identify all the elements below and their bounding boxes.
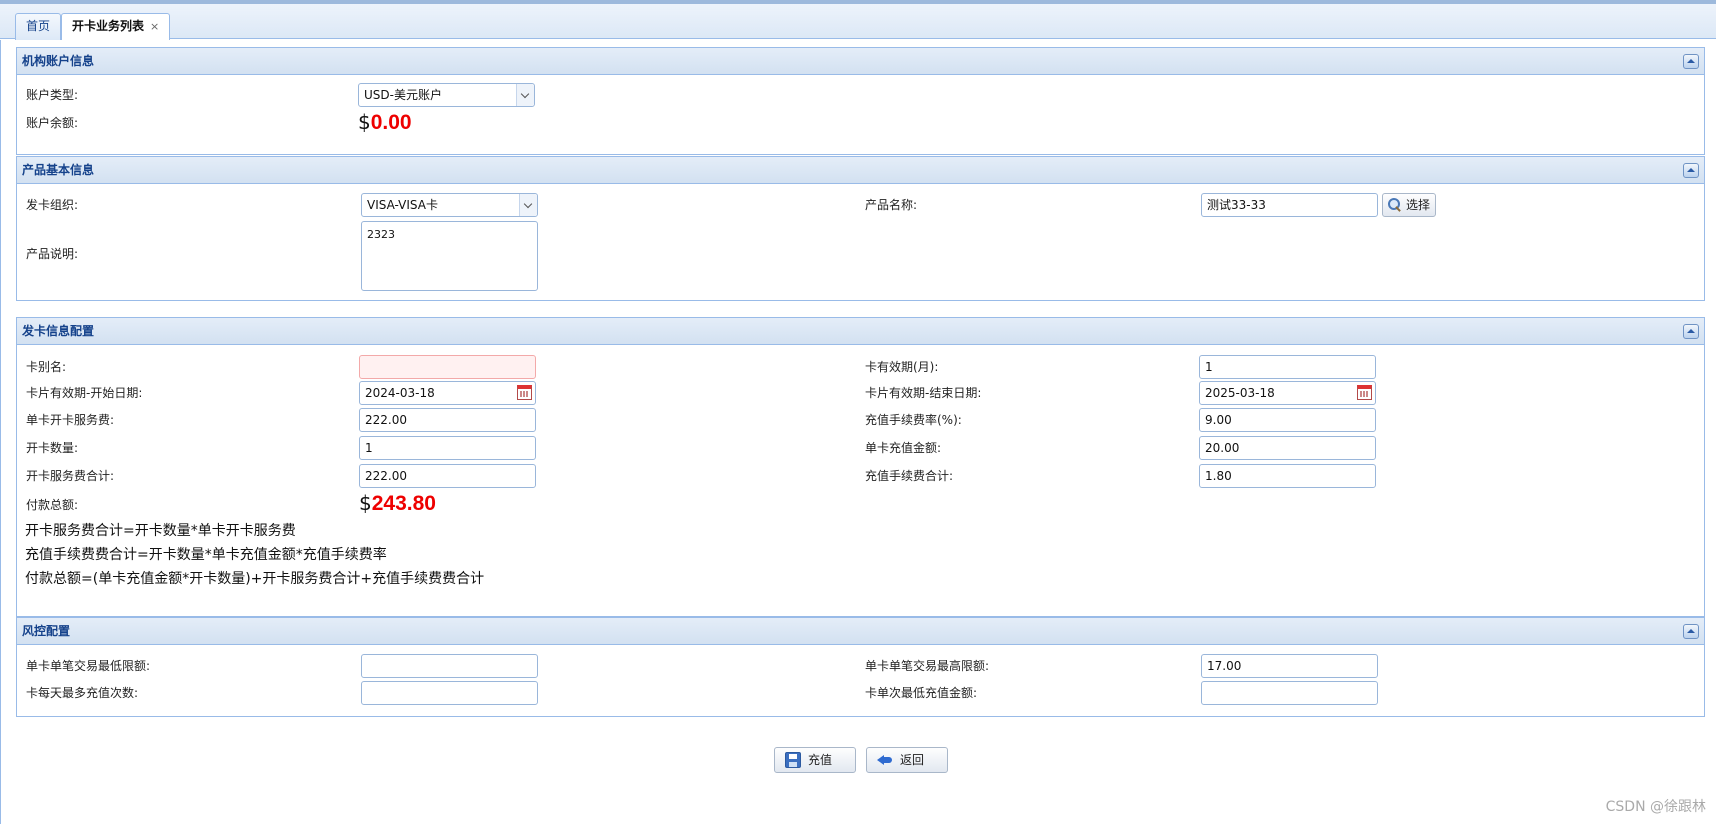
end-date-value: 2025-03-18 <box>1205 386 1275 400</box>
product-name-input[interactable]: 测试33-33 <box>1201 193 1378 217</box>
issuer-label: 发卡组织: <box>26 198 79 212</box>
recharge-amount-label: 单卡充值金额: <box>865 441 942 455</box>
tab-home[interactable]: 首页 <box>15 13 62 40</box>
card-alias-label: 卡别名: <box>26 360 67 374</box>
collapse-icon[interactable] <box>1683 624 1699 639</box>
select-product-button[interactable]: 选择 <box>1382 193 1436 217</box>
card-quantity-value: 1 <box>365 441 373 455</box>
min-txn-input[interactable] <box>361 654 538 678</box>
card-validity-label: 卡有效期(月): <box>865 360 939 374</box>
issue-config-panel-header: 发卡信息配置 <box>17 318 1704 345</box>
collapse-icon[interactable] <box>1683 163 1699 178</box>
recharge-amount-input[interactable]: 20.00 <box>1199 436 1376 460</box>
account-panel-header: 机构账户信息 <box>17 48 1704 75</box>
product-name-value: 测试33-33 <box>1207 198 1266 212</box>
calendar-icon[interactable] <box>1357 385 1372 400</box>
payment-total-label: 付款总额: <box>26 498 79 512</box>
start-date-input[interactable]: 2024-03-18 <box>359 381 536 405</box>
product-panel-title: 产品基本信息 <box>22 163 95 177</box>
formula-payment-total: 付款总额=(单卡充值金额*开卡数量)+开卡服务费合计+充值手续费费合计 <box>25 571 485 587</box>
product-panel: 产品基本信息 发卡组织: VISA-VISA卡 产品名称: 测试33-33 选择… <box>16 156 1705 301</box>
card-validity-value: 1 <box>1205 360 1213 374</box>
search-icon <box>1387 197 1403 213</box>
recharge-fee-total-value: 1.80 <box>1205 469 1232 483</box>
issue-config-panel: 发卡信息配置 卡别名: 卡有效期(月): 1 卡片有效期-开始日期: 2024-… <box>16 317 1705 617</box>
start-date-value: 2024-03-18 <box>365 386 435 400</box>
service-fee-input[interactable]: 222.00 <box>359 408 536 432</box>
balance-amount: $0.00 <box>358 110 412 135</box>
min-recharge-label: 卡单次最低充值金额: <box>865 686 978 700</box>
card-alias-input[interactable] <box>359 355 536 379</box>
back-button[interactable]: 返回 <box>866 747 948 773</box>
account-panel: 机构账户信息 账户类型: USD-美元账户 账户余额: $0.00 <box>16 47 1705 155</box>
main-content: 机构账户信息 账户类型: USD-美元账户 账户余额: $0.00 产品基本信息… <box>0 40 1716 824</box>
recharge-fee-total-label: 充值手续费合计: <box>865 469 954 483</box>
end-date-input[interactable]: 2025-03-18 <box>1199 381 1376 405</box>
chevron-down-icon[interactable] <box>516 84 534 106</box>
service-fee-value: 222.00 <box>365 413 407 427</box>
max-txn-input[interactable]: 17.00 <box>1201 654 1378 678</box>
issuer-value: VISA-VISA卡 <box>367 198 438 212</box>
product-name-label: 产品名称: <box>865 198 918 212</box>
card-quantity-label: 开卡数量: <box>26 441 79 455</box>
end-date-label: 卡片有效期-结束日期: <box>865 386 982 400</box>
back-icon <box>877 752 893 768</box>
save-icon <box>785 752 801 768</box>
min-recharge-input[interactable] <box>1201 681 1378 705</box>
account-type-select[interactable]: USD-美元账户 <box>358 83 535 107</box>
product-panel-header: 产品基本信息 <box>17 157 1704 184</box>
recharge-rate-label: 充值手续费率(%): <box>865 413 962 427</box>
recharge-amount-value: 20.00 <box>1205 441 1240 455</box>
card-quantity-input[interactable]: 1 <box>359 436 536 460</box>
collapse-icon[interactable] <box>1683 324 1699 339</box>
calendar-icon[interactable] <box>517 385 532 400</box>
account-type-label: 账户类型: <box>26 88 79 102</box>
product-desc-value: 2323 <box>367 228 395 241</box>
recharge-rate-value: 9.00 <box>1205 413 1232 427</box>
select-product-label: 选择 <box>1406 198 1431 212</box>
recharge-rate-input[interactable]: 9.00 <box>1199 408 1376 432</box>
tab-card-list-label: 开卡业务列表 <box>72 19 145 33</box>
payment-currency: $ <box>359 491 372 515</box>
balance-currency: $ <box>358 110 371 134</box>
payment-value: 243.80 <box>371 492 436 515</box>
close-icon[interactable]: × <box>150 20 159 33</box>
chevron-down-icon[interactable] <box>519 194 537 216</box>
recharge-button[interactable]: 充值 <box>774 747 856 773</box>
product-desc-textarea[interactable]: 2323 <box>361 221 538 291</box>
service-total-label: 开卡服务费合计: <box>26 469 115 483</box>
start-date-label: 卡片有效期-开始日期: <box>26 386 143 400</box>
recharge-fee-total-input[interactable]: 1.80 <box>1199 464 1376 488</box>
daily-recharge-label: 卡每天最多充值次数: <box>26 686 139 700</box>
service-total-value: 222.00 <box>365 469 407 483</box>
balance-value: 0.00 <box>370 111 412 134</box>
service-fee-label: 单卡开卡服务费: <box>26 413 115 427</box>
issuer-select[interactable]: VISA-VISA卡 <box>361 193 538 217</box>
issue-config-panel-title: 发卡信息配置 <box>22 324 95 338</box>
balance-label: 账户余额: <box>26 116 79 130</box>
max-txn-label: 单卡单笔交易最高限额: <box>865 659 990 673</box>
tab-bar: 首页 开卡业务列表 × <box>0 4 1716 41</box>
daily-recharge-input[interactable] <box>361 681 538 705</box>
risk-panel-title: 风控配置 <box>22 624 71 638</box>
tab-card-list[interactable]: 开卡业务列表 × <box>61 13 171 41</box>
formula-service-total: 开卡服务费合计=开卡数量*单卡开卡服务费 <box>25 523 296 539</box>
account-type-value: USD-美元账户 <box>364 88 442 102</box>
risk-panel-header: 风控配置 <box>17 618 1704 645</box>
collapse-icon[interactable] <box>1683 54 1699 69</box>
card-validity-input[interactable]: 1 <box>1199 355 1376 379</box>
max-txn-value: 17.00 <box>1207 659 1242 673</box>
service-total-input[interactable]: 222.00 <box>359 464 536 488</box>
payment-total-amount: $243.80 <box>359 491 436 516</box>
risk-panel: 风控配置 单卡单笔交易最低限额: 单卡单笔交易最高限额: 17.00 卡每天最多… <box>16 617 1705 717</box>
product-desc-label: 产品说明: <box>26 247 79 261</box>
recharge-button-label: 充值 <box>808 753 833 767</box>
account-panel-title: 机构账户信息 <box>22 54 95 68</box>
tab-home-label: 首页 <box>26 19 51 33</box>
min-txn-label: 单卡单笔交易最低限额: <box>26 659 151 673</box>
back-button-label: 返回 <box>900 753 925 767</box>
watermark: CSDN @徐跟林 <box>1605 799 1706 815</box>
formula-recharge-fee: 充值手续费费合计=开卡数量*单卡充值金额*充值手续费率 <box>25 547 387 563</box>
